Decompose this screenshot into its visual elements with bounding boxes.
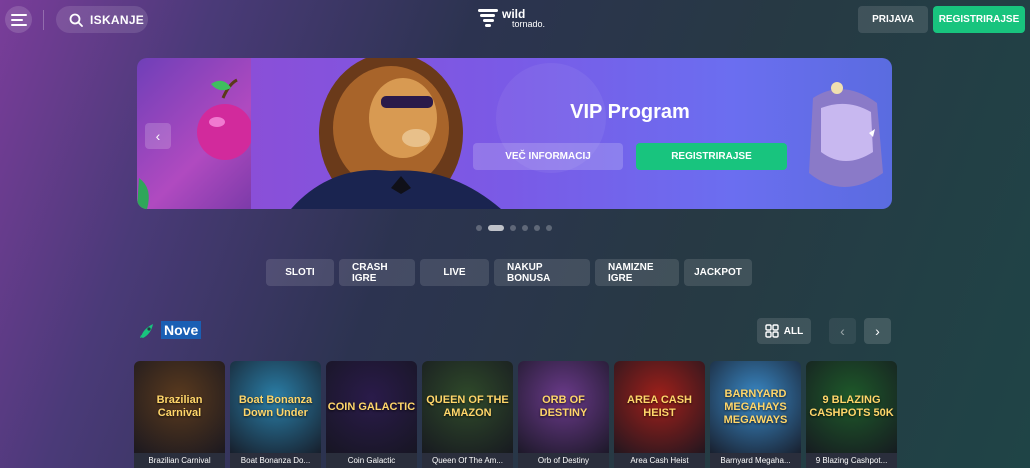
- game-name: Area Cash Heist: [614, 453, 705, 468]
- logo-text-wild: wild: [502, 7, 526, 21]
- game-tile[interactable]: 9 BLAZING CASHPOTS 50K 9 Blazing Cashpot.…: [806, 361, 897, 468]
- games-prev-button[interactable]: ‹: [829, 318, 856, 344]
- game-thumbnail: QUEEN OF THE AMAZON: [422, 361, 513, 453]
- game-thumbnail-title: Boat Bonanza Down Under: [238, 394, 313, 419]
- category-live[interactable]: LIVE: [420, 259, 489, 286]
- game-tile[interactable]: Brazilian Carnival Brazilian Carnival: [134, 361, 225, 468]
- search-icon: [69, 13, 83, 27]
- game-thumbnail: Brazilian Carnival: [134, 361, 225, 453]
- carousel-dot[interactable]: [534, 225, 540, 231]
- chevron-left-icon: ‹: [155, 128, 161, 144]
- game-thumbnail: Boat Bonanza Down Under: [230, 361, 321, 453]
- category-slots[interactable]: SLOTI: [266, 259, 334, 286]
- games-row: Brazilian Carnival Brazilian Carnival Boat…: [134, 361, 897, 468]
- game-name: Coin Galactic: [326, 453, 417, 468]
- game-tile[interactable]: Boat Bonanza Down Under Boat Bonanza Do..…: [230, 361, 321, 468]
- game-name: Queen Of The Am...: [422, 453, 513, 468]
- chevron-left-icon: ‹: [840, 323, 845, 339]
- game-thumbnail: COIN GALACTIC: [326, 361, 417, 453]
- game-thumbnail-title: COIN GALACTIC: [327, 400, 416, 413]
- vip-register-button[interactable]: REGISTRIRAJSE: [636, 143, 787, 170]
- game-name: Boat Bonanza Do...: [230, 453, 321, 468]
- game-thumbnail: AREA CASH HEIST: [614, 361, 705, 453]
- game-thumbnail-title: AREA CASH HEIST: [627, 394, 692, 419]
- category-table-games[interactable]: NAMIZNE IGRE: [595, 259, 679, 286]
- games-next-button[interactable]: ›: [864, 318, 891, 344]
- menu-button[interactable]: [5, 6, 32, 33]
- category-crash-games[interactable]: CRASH IGRE: [339, 259, 415, 286]
- header-divider: [43, 10, 44, 30]
- carousel-dots: [476, 225, 552, 231]
- game-tile[interactable]: AREA CASH HEIST Area Cash Heist: [614, 361, 705, 468]
- game-thumbnail-title: BARNYARD MEGAHAYS MEGAWAYS: [723, 387, 788, 426]
- carousel-dot[interactable]: [522, 225, 528, 231]
- carousel-dot[interactable]: [510, 225, 516, 231]
- game-thumbnail: 9 BLAZING CASHPOTS 50K: [806, 361, 897, 453]
- game-thumbnail-title: ORB OF DESTINY: [539, 394, 588, 419]
- carousel-dot[interactable]: [546, 225, 552, 231]
- logo[interactable]: wild tornado.: [478, 6, 553, 32]
- game-thumbnail-title: Brazilian Carnival: [156, 394, 203, 419]
- game-name: Brazilian Carnival: [134, 453, 225, 468]
- banner-title: VIP Program: [570, 101, 690, 123]
- view-all-button[interactable]: ALL: [757, 318, 811, 344]
- chevron-right-icon: ›: [875, 323, 880, 339]
- search-button[interactable]: ISKANJE: [56, 6, 148, 33]
- game-tile[interactable]: COIN GALACTIC Coin Galactic: [326, 361, 417, 468]
- rocket-icon: [140, 324, 153, 338]
- game-tile[interactable]: QUEEN OF THE AMAZON Queen Of The Am...: [422, 361, 513, 468]
- game-name: 9 Blazing Cashpot...: [806, 453, 897, 468]
- carousel-dot-active[interactable]: [488, 225, 504, 231]
- category-jackpot[interactable]: JACKPOT: [684, 259, 752, 286]
- game-tile[interactable]: ORB OF DESTINY Orb of Destiny: [518, 361, 609, 468]
- banner-prev-button[interactable]: ‹: [145, 123, 171, 149]
- tornado-icon: [478, 9, 498, 27]
- hamburger-icon: [10, 11, 27, 29]
- search-label: ISKANJE: [90, 12, 145, 27]
- section-title: Nove: [161, 321, 202, 339]
- game-name: Barnyard Megaha...: [710, 453, 801, 468]
- carousel-dot[interactable]: [476, 225, 482, 231]
- game-thumbnail: BARNYARD MEGAHAYS MEGAWAYS: [710, 361, 801, 453]
- more-info-button[interactable]: VEČ INFORMACIJ: [473, 143, 623, 170]
- game-thumbnail-title: QUEEN OF THE AMAZON: [426, 394, 509, 419]
- lion-mascot-image: [291, 58, 883, 209]
- category-tabs: SLOTI CRASH IGRE LIVE NAKUP BONUSA NAMIZ…: [266, 259, 752, 286]
- vip-banner[interactable]: [251, 58, 892, 209]
- login-button[interactable]: PRIJAVA: [858, 6, 928, 33]
- game-thumbnail: ORB OF DESTINY: [518, 361, 609, 453]
- view-all-label: ALL: [783, 325, 804, 337]
- category-bonus-buy[interactable]: NAKUP BONUSA: [494, 259, 590, 286]
- grid-icon: [765, 324, 779, 338]
- game-tile[interactable]: BARNYARD MEGAHAYS MEGAWAYS Barnyard Megah…: [710, 361, 801, 468]
- register-button[interactable]: REGISTRIRAJSE: [933, 6, 1025, 33]
- game-thumbnail-title: 9 BLAZING CASHPOTS 50K: [809, 394, 894, 419]
- game-name: Orb of Destiny: [518, 453, 609, 468]
